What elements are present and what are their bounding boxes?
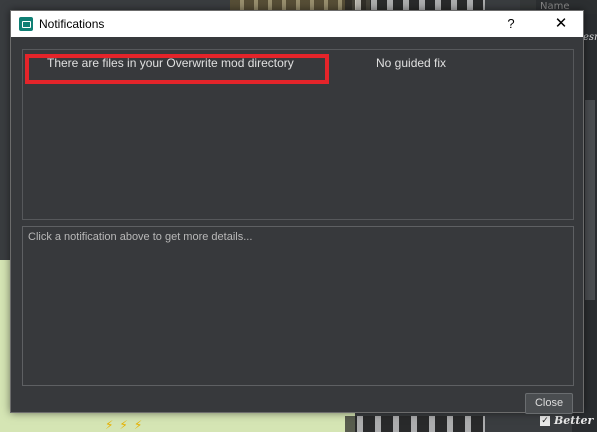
checkbox-checked-icon[interactable]: ✓ <box>540 416 550 426</box>
notification-list[interactable]: There are files in your Overwrite mod di… <box>22 49 574 220</box>
background-bottom-icons <box>345 416 485 432</box>
lightning-icons: ⚡⚡⚡ <box>105 418 149 432</box>
notifications-dialog: Notifications ? ✕ There are files in you… <box>10 10 584 414</box>
close-button[interactable]: Close <box>525 393 573 414</box>
notification-row[interactable]: There are files in your Overwrite mod di… <box>23 50 573 74</box>
mod-name: Better <box>554 414 594 427</box>
notification-details[interactable]: Click a notification above to get more d… <box>22 226 574 386</box>
window-title: Notifications <box>39 17 105 31</box>
mod-list-scrollbar[interactable] <box>585 100 595 300</box>
help-button[interactable]: ? <box>498 13 524 35</box>
close-icon[interactable]: ✕ <box>541 13 581 35</box>
title-bar[interactable]: Notifications ? ✕ <box>11 11 583 37</box>
notification-message: There are files in your Overwrite mod di… <box>47 56 294 70</box>
app-icon <box>19 17 33 31</box>
mod-list-row[interactable]: ✓ Better <box>540 412 597 430</box>
notification-fix-status: No guided fix <box>376 56 447 70</box>
background-panel-bottom <box>0 410 355 432</box>
